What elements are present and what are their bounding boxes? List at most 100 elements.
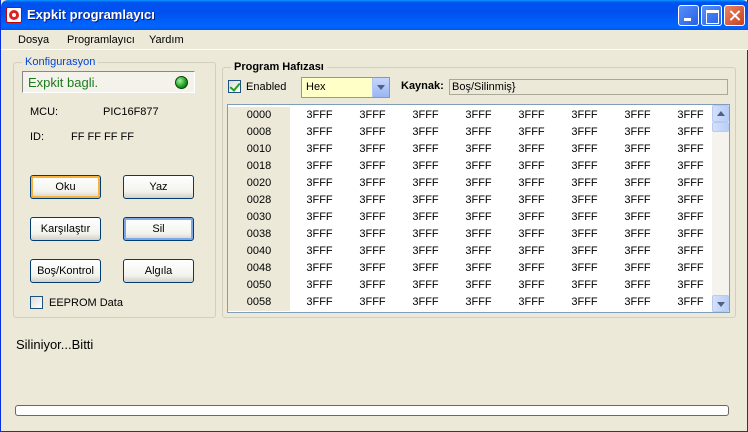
memory-cell[interactable]: 3FFF	[399, 175, 452, 192]
memory-cell[interactable]: 3FFF	[452, 243, 505, 260]
memory-cell[interactable]: 3FFF	[346, 158, 399, 175]
compare-button[interactable]: Karşılaştır	[30, 217, 101, 241]
memory-cell[interactable]: 3FFF	[505, 260, 558, 277]
memory-cell[interactable]: 3FFF	[664, 277, 717, 294]
memory-cell[interactable]: 3FFF	[452, 141, 505, 158]
memory-cell[interactable]: 3FFF	[399, 226, 452, 243]
memory-cell[interactable]: 3FFF	[452, 124, 505, 141]
minimize-button[interactable]	[678, 5, 699, 26]
memory-cell[interactable]: 3FFF	[505, 124, 558, 141]
memory-cell[interactable]: 3FFF	[558, 141, 611, 158]
memory-cell[interactable]: 3FFF	[505, 107, 558, 124]
blank-check-button[interactable]: Boş/Kontrol	[30, 259, 101, 283]
memory-grid[interactable]: 0000 3FFF 3FFF 3FFF 3FFF 3FFF 3FFF 3FFF 3FFF 0008…	[227, 104, 730, 313]
memory-cell[interactable]: 3FFF	[346, 226, 399, 243]
memory-cell[interactable]: 3FFF	[293, 158, 346, 175]
memory-cell[interactable]: 3FFF	[399, 294, 452, 311]
erase-button[interactable]: Sil	[123, 217, 194, 241]
memory-cell[interactable]: 3FFF	[452, 158, 505, 175]
memory-cell[interactable]: 3FFF	[399, 277, 452, 294]
memory-cell[interactable]: 3FFF	[346, 107, 399, 124]
memory-cell[interactable]: 3FFF	[505, 226, 558, 243]
memory-cell[interactable]: 3FFF	[346, 124, 399, 141]
memory-cell[interactable]: 3FFF	[293, 277, 346, 294]
memory-cell[interactable]: 3FFF	[664, 243, 717, 260]
read-button[interactable]: Oku	[30, 175, 101, 199]
memory-cell[interactable]: 3FFF	[452, 226, 505, 243]
scroll-down-icon[interactable]	[712, 295, 729, 312]
memory-cell[interactable]: 3FFF	[293, 209, 346, 226]
memory-cell[interactable]: 3FFF	[505, 141, 558, 158]
memory-cell[interactable]: 3FFF	[399, 158, 452, 175]
memory-cell[interactable]: 3FFF	[452, 260, 505, 277]
memory-cell[interactable]: 3FFF	[399, 209, 452, 226]
memory-cell[interactable]: 3FFF	[558, 107, 611, 124]
memory-cell[interactable]: 3FFF	[399, 107, 452, 124]
memory-cell[interactable]: 3FFF	[558, 294, 611, 311]
memory-cell[interactable]: 3FFF	[505, 192, 558, 209]
memory-cell[interactable]: 3FFF	[452, 175, 505, 192]
memory-cell[interactable]: 3FFF	[452, 277, 505, 294]
memory-cell[interactable]: 3FFF	[505, 294, 558, 311]
memory-cell[interactable]: 3FFF	[664, 158, 717, 175]
memory-cell[interactable]: 3FFF	[505, 175, 558, 192]
memory-cell[interactable]: 3FFF	[452, 107, 505, 124]
memory-cell[interactable]: 3FFF	[558, 192, 611, 209]
memory-cell[interactable]: 3FFF	[505, 243, 558, 260]
memory-cell[interactable]: 3FFF	[611, 107, 664, 124]
detect-button[interactable]: Algıla	[123, 259, 194, 283]
memory-cell[interactable]: 3FFF	[664, 124, 717, 141]
memory-cell[interactable]: 3FFF	[293, 294, 346, 311]
memory-cell[interactable]: 3FFF	[293, 107, 346, 124]
memory-cell[interactable]: 3FFF	[346, 175, 399, 192]
memory-cell[interactable]: 3FFF	[293, 175, 346, 192]
memory-cell[interactable]: 3FFF	[399, 141, 452, 158]
memory-cell[interactable]: 3FFF	[664, 107, 717, 124]
memory-cell[interactable]: 3FFF	[399, 260, 452, 277]
memory-cell[interactable]: 3FFF	[611, 124, 664, 141]
memory-cell[interactable]: 3FFF	[664, 260, 717, 277]
memory-cell[interactable]: 3FFF	[611, 260, 664, 277]
memory-cell[interactable]: 3FFF	[346, 141, 399, 158]
memory-cell[interactable]: 3FFF	[558, 124, 611, 141]
memory-cell[interactable]: 3FFF	[293, 124, 346, 141]
scroll-thumb[interactable]	[712, 122, 729, 132]
memory-cell[interactable]: 3FFF	[346, 243, 399, 260]
memory-cell[interactable]: 3FFF	[452, 192, 505, 209]
format-select[interactable]: Hex	[301, 77, 390, 98]
memory-cell[interactable]: 3FFF	[293, 141, 346, 158]
memory-cell[interactable]: 3FFF	[611, 294, 664, 311]
vertical-scrollbar[interactable]	[712, 105, 729, 312]
memory-cell[interactable]: 3FFF	[611, 243, 664, 260]
memory-cell[interactable]: 3FFF	[664, 209, 717, 226]
memory-cell[interactable]: 3FFF	[664, 141, 717, 158]
memory-cell[interactable]: 3FFF	[505, 158, 558, 175]
memory-cell[interactable]: 3FFF	[293, 243, 346, 260]
memory-cell[interactable]: 3FFF	[611, 158, 664, 175]
menu-yardim[interactable]: Yardım	[149, 34, 184, 46]
memory-cell[interactable]: 3FFF	[664, 226, 717, 243]
memory-cell[interactable]: 3FFF	[293, 226, 346, 243]
memory-cell[interactable]: 3FFF	[293, 192, 346, 209]
memory-cell[interactable]: 3FFF	[558, 209, 611, 226]
memory-cell[interactable]: 3FFF	[399, 192, 452, 209]
menu-programlayici[interactable]: Programlayıcı	[67, 34, 135, 46]
memory-cell[interactable]: 3FFF	[611, 141, 664, 158]
close-button[interactable]	[724, 5, 745, 26]
memory-cell[interactable]: 3FFF	[399, 243, 452, 260]
memory-cell[interactable]: 3FFF	[664, 192, 717, 209]
memory-cell[interactable]: 3FFF	[505, 277, 558, 294]
memory-cell[interactable]: 3FFF	[611, 226, 664, 243]
memory-cell[interactable]: 3FFF	[611, 175, 664, 192]
memory-cell[interactable]: 3FFF	[346, 209, 399, 226]
memory-cell[interactable]: 3FFF	[452, 209, 505, 226]
memory-cell[interactable]: 3FFF	[611, 192, 664, 209]
app-icon[interactable]	[6, 7, 22, 23]
memory-cell[interactable]: 3FFF	[346, 294, 399, 311]
memory-cell[interactable]: 3FFF	[399, 124, 452, 141]
memory-cell[interactable]: 3FFF	[558, 175, 611, 192]
enabled-checkbox[interactable]	[228, 80, 241, 93]
memory-cell[interactable]: 3FFF	[505, 209, 558, 226]
memory-cell[interactable]: 3FFF	[558, 260, 611, 277]
memory-cell[interactable]: 3FFF	[664, 175, 717, 192]
